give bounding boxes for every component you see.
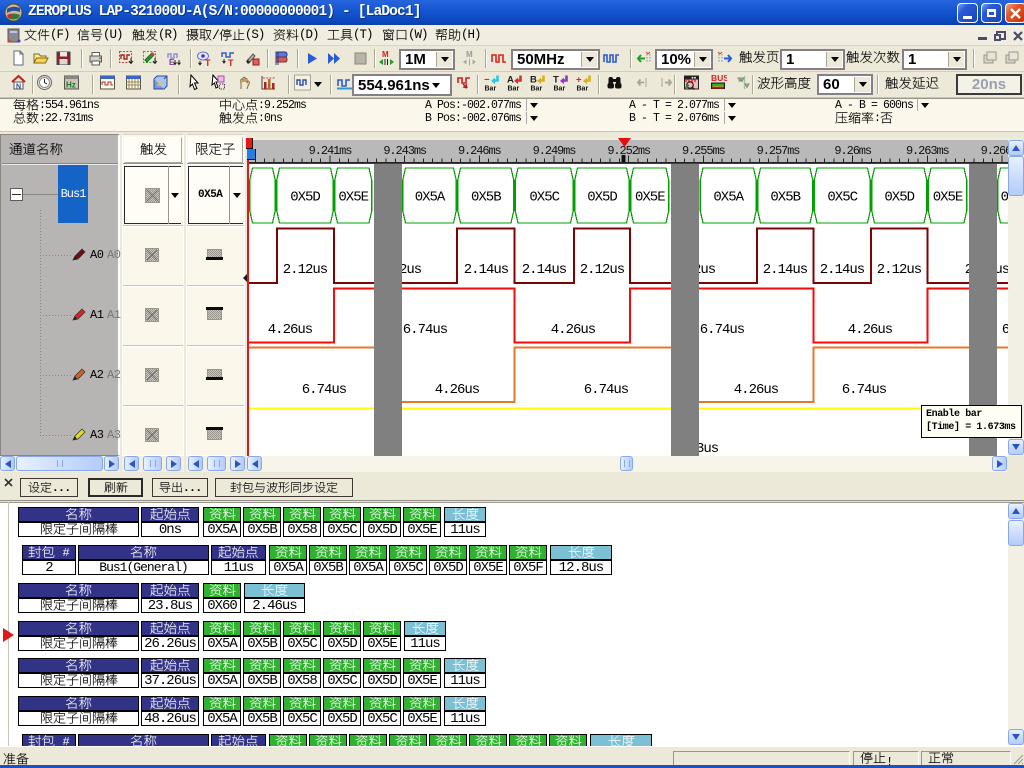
svg-text:9.26ms: 9.26ms — [834, 144, 872, 158]
svg-text:6.74us: 6.74us — [700, 322, 745, 338]
svg-text:2.14us: 2.14us — [820, 262, 865, 278]
svg-text:2.12us: 2.12us — [877, 262, 922, 278]
svg-text:B: B — [530, 75, 537, 86]
svg-text:M: M — [466, 50, 473, 59]
svg-text:6.74us: 6.74us — [302, 382, 347, 398]
svg-text:2.14us: 2.14us — [763, 262, 808, 278]
svg-text:0X5D: 0X5D — [587, 190, 617, 206]
svg-text:9.255ms: 9.255ms — [682, 144, 726, 158]
svg-text:4.26us: 4.26us — [734, 382, 779, 398]
svg-text:6.74us: 6.74us — [403, 322, 448, 338]
svg-text:Bar: Bar — [531, 86, 543, 92]
svg-text:Bar: Bar — [554, 86, 566, 92]
svg-text:0X5A: 0X5A — [415, 190, 446, 206]
svg-text:9.252ms: 9.252ms — [607, 144, 651, 158]
svg-text:T: T — [205, 58, 211, 67]
svg-text:9.249ms: 9.249ms — [533, 144, 577, 158]
svg-text:6.74us: 6.74us — [584, 382, 629, 398]
svg-text:0X5C: 0X5C — [827, 190, 857, 206]
svg-text:0X5E: 0X5E — [635, 190, 665, 206]
svg-text:9.246ms: 9.246ms — [458, 144, 502, 158]
svg-text:T: T — [228, 58, 234, 67]
svg-text:0X5C: 0X5C — [529, 190, 559, 206]
svg-text:9.257ms: 9.257ms — [757, 144, 801, 158]
svg-text:4.26us: 4.26us — [848, 322, 893, 338]
svg-text:N: N — [16, 84, 21, 91]
svg-text:M: M — [382, 50, 389, 59]
svg-text:BUS: BUS — [711, 74, 727, 83]
svg-text:2.14us: 2.14us — [522, 262, 567, 278]
svg-text:0X5E: 0X5E — [338, 190, 368, 206]
svg-text:0X5B: 0X5B — [770, 190, 800, 206]
svg-text:+: + — [576, 75, 582, 86]
svg-text:4.26us: 4.26us — [551, 322, 596, 338]
svg-text:A: A — [507, 75, 514, 86]
svg-text:6.74us: 6.74us — [842, 382, 887, 398]
svg-text:9.266ms: 9.266ms — [981, 144, 1010, 158]
svg-text:4.26us: 4.26us — [268, 322, 313, 338]
svg-text:9.263ms: 9.263ms — [906, 144, 950, 158]
svg-text:2.12us: 2.12us — [580, 262, 625, 278]
svg-text:0X5A: 0X5A — [713, 190, 744, 206]
svg-text:Hz: Hz — [66, 81, 76, 90]
svg-text:2.12us: 2.12us — [283, 262, 328, 278]
svg-text:0X5E: 0X5E — [933, 190, 963, 206]
svg-text:9.241ms: 9.241ms — [309, 144, 353, 158]
svg-text:Bar: Bar — [577, 86, 589, 92]
svg-text:0X5B: 0X5B — [471, 190, 501, 206]
svg-text:9.243ms: 9.243ms — [383, 144, 427, 158]
svg-text:0X5D: 0X5D — [290, 190, 320, 206]
svg-text:Bar: Bar — [485, 86, 497, 92]
svg-text:4.26us: 4.26us — [435, 382, 480, 398]
svg-text:T: T — [553, 75, 559, 86]
svg-text:Bar: Bar — [508, 86, 520, 92]
svg-text:2.14us: 2.14us — [464, 262, 509, 278]
svg-text:−: − — [484, 75, 490, 86]
svg-text:0X5D: 0X5D — [884, 190, 914, 206]
